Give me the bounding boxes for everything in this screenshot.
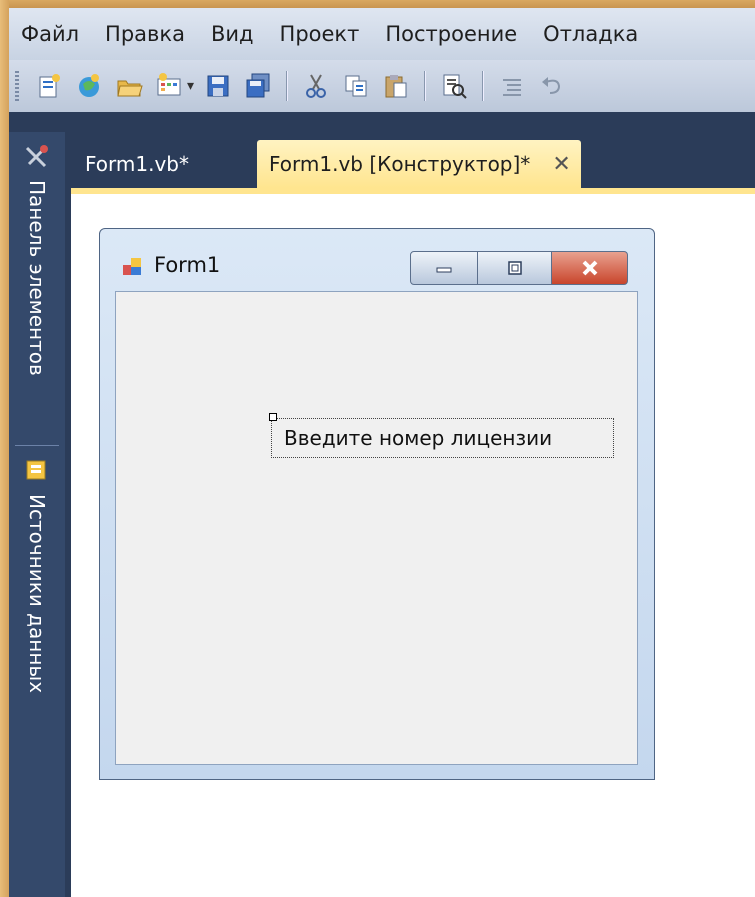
toolbox-icon[interactable] [23,144,49,170]
menu-debug[interactable]: Отладка [531,22,652,46]
new-project-icon[interactable] [35,72,63,100]
add-item-icon[interactable] [155,72,183,100]
toolbar-separator [424,71,427,101]
undo-icon[interactable] [538,72,566,100]
slide-border-left [0,0,9,897]
add-item-dropdown-icon[interactable]: ▾ [187,78,194,94]
cut-icon[interactable] [302,72,330,100]
indent-icon[interactable] [498,72,526,100]
menu-project[interactable]: Проект [268,22,374,46]
designer-surface[interactable]: Form1 Введите номер лицензии [71,194,755,897]
tab-form1-designer[interactable]: Form1.vb [Конструктор]* ✕ [257,140,581,188]
toolbar-separator [286,71,289,101]
form-client-area[interactable]: Введите номер лицензии [115,291,638,765]
slide-border-top [0,0,755,8]
minimize-button[interactable] [410,251,478,285]
form-window[interactable]: Form1 Введите номер лицензии [99,228,655,780]
toolbar-bottom-strip [9,112,755,132]
side-panel: Панель элементов Источники данных [9,132,65,897]
license-label[interactable]: Введите номер лицензии [269,413,614,458]
maximize-button[interactable] [478,251,552,285]
form-icon [122,257,142,277]
tab-label: Form1.vb [Конструктор]* [269,152,531,176]
toolbar-grip[interactable] [15,71,19,101]
close-button[interactable] [552,251,628,285]
toolbox-tab[interactable]: Панель элементов [25,180,49,376]
save-all-icon[interactable] [244,72,272,100]
close-icon[interactable]: ✕ [552,152,570,177]
open-folder-icon[interactable] [115,72,143,100]
document-tabs: Form1.vb* Form1.vb [Конструктор]* ✕ [71,140,581,188]
standard-toolbar: ▾ [9,60,755,112]
tab-form1-code[interactable]: Form1.vb* [71,140,203,188]
menu-build[interactable]: Построение [373,22,531,46]
save-icon[interactable] [204,72,232,100]
web-site-icon[interactable] [75,72,103,100]
data-sources-icon[interactable] [23,456,49,482]
tab-label: Form1.vb* [85,152,189,176]
minimize-icon [436,267,452,273]
toolbar-separator [482,71,485,101]
paste-icon[interactable] [382,72,410,100]
maximize-icon [507,261,522,275]
ide-window: Файл Правка Вид Проект Построение Отладк… [9,8,755,897]
menu-view[interactable]: Вид [199,22,268,46]
selection-handle[interactable] [269,413,277,421]
license-label-text: Введите номер лицензии [284,426,553,450]
copy-icon[interactable] [342,72,370,100]
side-panel-separator [15,445,59,446]
form-title: Form1 [154,253,221,277]
find-icon[interactable] [440,72,468,100]
close-icon [582,260,597,276]
menu-bar: Файл Правка Вид Проект Построение Отладк… [9,8,755,60]
menu-file[interactable]: Файл [9,22,93,46]
data-sources-tab[interactable]: Источники данных [25,494,49,693]
menu-edit[interactable]: Правка [93,22,199,46]
